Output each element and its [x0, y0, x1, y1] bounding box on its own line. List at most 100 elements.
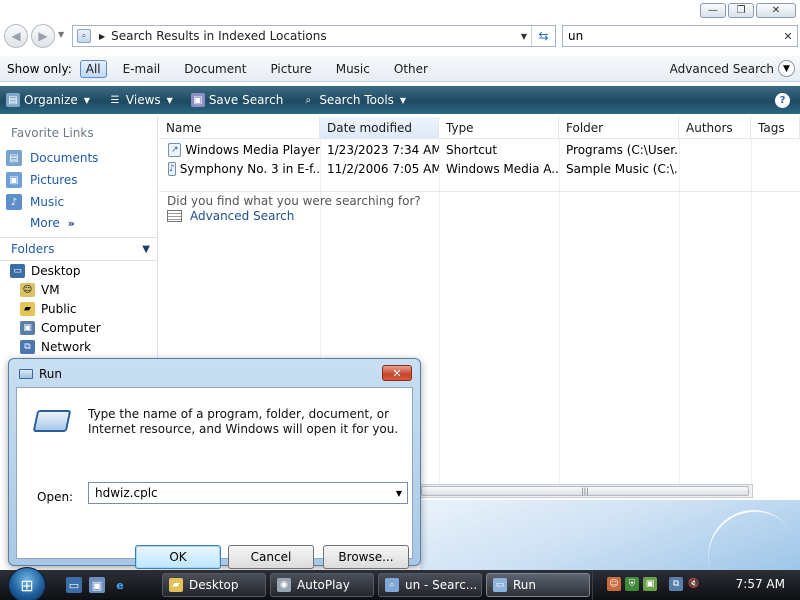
horizontal-scrollbar[interactable]: |||	[420, 484, 753, 498]
advanced-search-link[interactable]: Advanced Search	[167, 209, 294, 223]
taskbar-button-search[interactable]: ⌕ un - Searc...	[378, 573, 482, 597]
double-chevron-icon: »	[67, 216, 75, 230]
advanced-search-icon	[167, 210, 182, 222]
clear-search-icon[interactable]: ✕	[779, 30, 797, 43]
table-row[interactable]: ↗ Windows Media Player 1/23/2023 7:34 AM…	[159, 140, 679, 159]
breadcrumb-arrow-icon[interactable]: ▶	[99, 32, 105, 41]
chevron-down-icon[interactable]: ▼	[778, 60, 795, 77]
search-folder-icon: ⌕	[385, 578, 399, 592]
folders-title: Folders	[11, 242, 55, 256]
column-date-modified[interactable]: Date modified	[320, 117, 439, 139]
volume-muted-icon[interactable]: 🔇	[687, 577, 701, 591]
switch-windows-icon[interactable]: ▣	[89, 577, 105, 593]
device-icon[interactable]: ▣	[643, 577, 657, 591]
refresh-icon[interactable]: ⇆	[531, 26, 555, 46]
filter-music[interactable]: Music	[328, 60, 378, 78]
cell-date: 11/2/2006 7:05 AM	[327, 161, 439, 176]
run-body: Type the name of a program, folder, docu…	[16, 387, 413, 569]
tree-label: Desktop	[31, 264, 81, 278]
filter-other[interactable]: Other	[386, 60, 436, 78]
favorite-music[interactable]: ♪ Music	[6, 194, 64, 210]
cell-name: ♪ Symphony No. 3 in E-f...	[159, 161, 320, 176]
tree-item-computer[interactable]: ▣ Computer	[20, 321, 101, 335]
tree-item-public[interactable]: ▰ Public	[20, 302, 77, 316]
favorite-more[interactable]: More »	[30, 216, 75, 230]
clock[interactable]: 7:57 AM	[736, 577, 785, 591]
run-icon	[19, 369, 33, 379]
favorite-documents[interactable]: ▤ Documents	[6, 150, 98, 166]
folder-icon: ▰	[20, 302, 35, 316]
views-label: Views	[125, 93, 161, 107]
show-desktop-icon[interactable]: ▭	[66, 577, 82, 593]
open-label: Open:	[37, 490, 74, 504]
taskbar-button-run[interactable]: ▭ Run	[486, 573, 590, 597]
close-button[interactable]: ✕	[756, 3, 796, 18]
search-input[interactable]: un ✕	[562, 25, 798, 47]
command-toolbar: ▤ Organize ▼ ☰ Views ▼ ▣ Save Search ⌕ S…	[0, 86, 800, 114]
advanced-search-toggle[interactable]: Advanced Search	[670, 62, 774, 76]
browse-button[interactable]: Browse...	[323, 545, 409, 569]
scrollbar-thumb[interactable]: |||	[421, 486, 749, 496]
network-icon[interactable]: ⧉	[669, 577, 683, 591]
taskbar-button-desktop[interactable]: ▰ Desktop	[162, 573, 266, 597]
security-shield-icon[interactable]: ⛨	[625, 577, 639, 591]
tree-label: VM	[41, 283, 60, 297]
autoplay-icon: ◉	[277, 578, 291, 592]
filter-picture[interactable]: Picture	[262, 60, 319, 78]
file-name: Windows Media Player	[185, 142, 320, 157]
views-button[interactable]: ☰ Views ▼	[108, 93, 172, 107]
tree-item-desktop[interactable]: ▭ Desktop	[10, 264, 81, 278]
address-bar[interactable]: ⌕ ▶ Search Results in Indexed Locations …	[72, 25, 556, 47]
internet-explorer-icon[interactable]: e	[112, 577, 128, 593]
forward-button[interactable]: ▶	[31, 24, 55, 48]
search-value[interactable]: un	[568, 29, 779, 43]
recent-pages-dropdown[interactable]: ▼	[58, 30, 64, 39]
favorite-label: Pictures	[30, 173, 78, 187]
filter-document[interactable]: Document	[176, 60, 254, 78]
tree-item-vm[interactable]: ☺ VM	[20, 283, 60, 297]
column-name[interactable]: Name	[159, 117, 320, 139]
maximize-button[interactable]: ❐	[728, 3, 754, 18]
tree-item-network[interactable]: ⧉ Network	[20, 340, 91, 354]
table-row[interactable]: ♪ Symphony No. 3 in E-f... 11/2/2006 7:0…	[159, 159, 679, 178]
favorite-label: More	[30, 216, 60, 230]
taskbar-button-autoplay[interactable]: ◉ AutoPlay	[270, 573, 374, 597]
column-authors[interactable]: Authors	[679, 117, 751, 139]
search-tools-label: Search Tools	[319, 93, 394, 107]
cell-name: ↗ Windows Media Player	[159, 142, 320, 157]
back-button[interactable]: ◀	[4, 24, 28, 48]
music-file-icon: ♪	[168, 161, 176, 176]
open-input-value[interactable]: hdwiz.cplc	[95, 486, 391, 500]
start-button[interactable]: ⊞	[8, 567, 46, 600]
minimize-button[interactable]: —	[700, 3, 726, 18]
column-type[interactable]: Type	[439, 117, 559, 139]
folder-icon: ▰	[169, 578, 183, 592]
search-tools-button[interactable]: ⌕ Search Tools ▼	[301, 93, 407, 107]
desktop-wallpaper	[420, 495, 800, 579]
column-folder[interactable]: Folder	[559, 117, 679, 139]
cell-folder: Sample Music (C:\...	[566, 161, 679, 176]
organize-button[interactable]: ▤ Organize ▼	[6, 93, 90, 107]
save-search-button[interactable]: ▣ Save Search	[190, 93, 284, 107]
window-caption-buttons: — ❐ ✕	[700, 3, 796, 18]
favorite-pictures[interactable]: ▣ Pictures	[6, 172, 78, 188]
chevron-down-icon[interactable]: ▼	[391, 489, 407, 498]
address-dropdown-icon[interactable]: ▼	[517, 32, 531, 41]
computer-icon: ▣	[20, 321, 35, 335]
column-tags[interactable]: Tags	[751, 117, 800, 139]
desktop-icon: ▭	[10, 264, 25, 278]
open-combobox[interactable]: hdwiz.cplc ▼	[88, 482, 408, 504]
help-icon[interactable]: ?	[775, 92, 790, 108]
folders-toggle[interactable]: Folders ▼	[0, 237, 158, 261]
users-icon[interactable]: ☺	[607, 577, 621, 591]
ok-button[interactable]: OK	[135, 545, 221, 569]
search-folder-icon: ⌕	[77, 29, 91, 43]
close-button[interactable]: ✕	[382, 365, 412, 381]
taskbar-label: Run	[513, 578, 537, 592]
filter-email[interactable]: E-mail	[115, 60, 169, 78]
cancel-button[interactable]: Cancel	[228, 545, 314, 569]
taskbar-label: un - Searc...	[405, 578, 478, 592]
shortcut-icon: ↗	[168, 142, 182, 157]
save-search-label: Save Search	[208, 93, 284, 107]
filter-all[interactable]: All	[79, 59, 107, 78]
